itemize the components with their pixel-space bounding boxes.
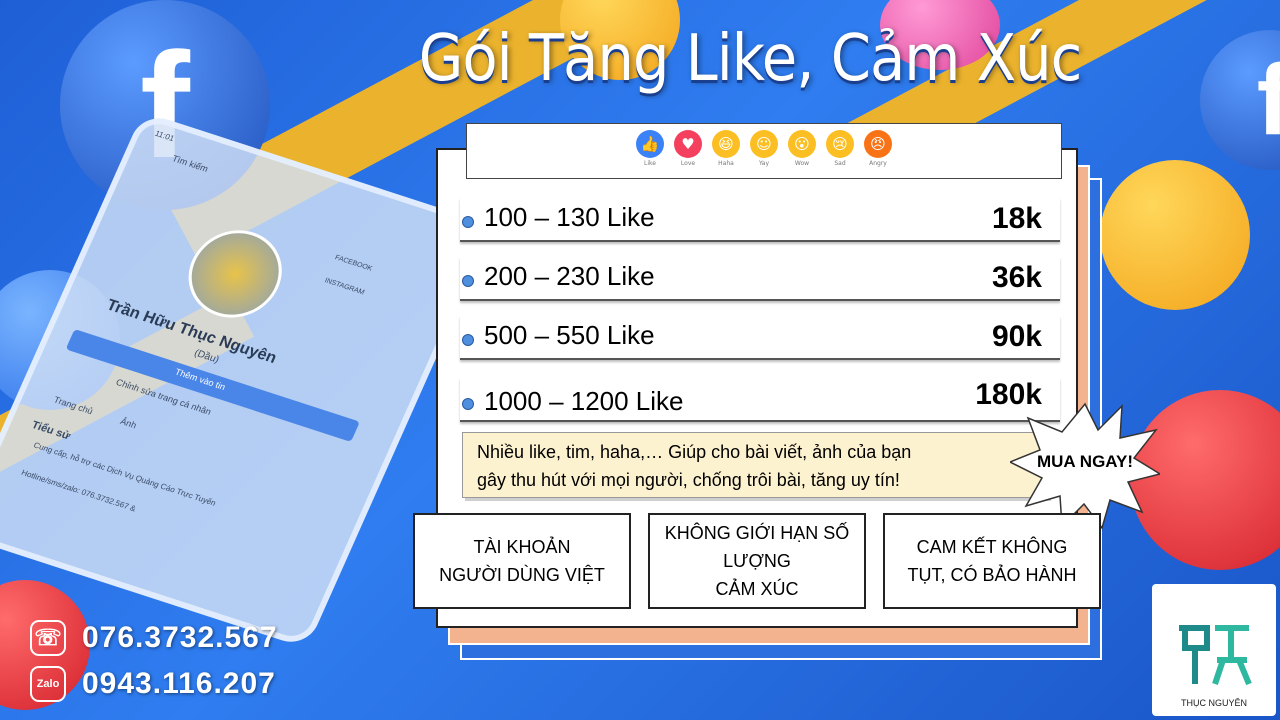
- package-row: 200 – 230 Like 36k: [460, 257, 1060, 301]
- angry-icon: 😠: [864, 130, 892, 158]
- feature-line: TỤT, CÓ BẢO HÀNH: [907, 565, 1077, 585]
- feature-box-guarantee: CAM KẾT KHÔNG TỤT, CÓ BẢO HÀNH: [883, 513, 1101, 609]
- note-line-1: Nhiều like, tim, haha,… Giúp cho bài viế…: [477, 442, 912, 462]
- package-price: 90k: [991, 320, 1042, 353]
- package-row: 1000 – 1200 Like 180k: [460, 378, 1060, 422]
- feature-box-unlimited-reactions: KHÔNG GIỚI HẠN SỐ LƯỢNG CẢM XÚC: [648, 513, 866, 609]
- bullet-icon: [462, 334, 474, 346]
- phone-icon: ☏: [30, 620, 66, 656]
- package-row: 100 – 130 Like 18k: [460, 198, 1060, 242]
- reaction-label: Angry: [869, 160, 887, 167]
- contact-zalo[interactable]: Zalo 0943.116.207: [30, 666, 276, 702]
- zalo-number: 0943.116.207: [82, 667, 276, 700]
- feature-line: CẢM XÚC: [715, 579, 799, 599]
- wow-icon: 😮: [788, 130, 816, 158]
- phone-search: Tìm kiếm: [170, 153, 210, 174]
- reaction-label: Wow: [794, 160, 810, 167]
- contact-phone[interactable]: ☏ 076.3732.567: [30, 620, 278, 656]
- bullet-icon: [462, 398, 474, 410]
- buy-now-badge[interactable]: MUA NGAY!: [1008, 400, 1162, 530]
- tab-photos: Ảnh: [118, 416, 139, 431]
- feature-box-vietnamese-accounts: TÀI KHOẢN NGƯỜI DÙNG VIỆT: [413, 513, 631, 609]
- reaction-angry: 😠 Angry: [864, 130, 893, 178]
- heart-icon: ♥: [674, 130, 702, 158]
- page-title: Gói Tăng Like, Cảm Xúc: [418, 22, 1083, 96]
- bio-hotline: Hotline/sms/zalo: 076.3732.567 &: [19, 468, 138, 514]
- reaction-like: 👍 Like: [636, 130, 665, 178]
- phone-link-instagram: INSTAGRAM: [323, 277, 366, 297]
- reaction-wow: 😮 Wow: [788, 130, 817, 178]
- package-quantity: 500 – 550 Like: [484, 320, 655, 350]
- reaction-label: Sad: [834, 160, 846, 167]
- benefit-note: Nhiều like, tim, haha,… Giúp cho bài viế…: [462, 432, 1048, 498]
- reaction-label: Like: [644, 160, 656, 167]
- reaction-label: Haha: [718, 160, 734, 167]
- reaction-label: Love: [680, 160, 696, 167]
- feature-line: NGƯỜI DÙNG VIỆT: [439, 565, 605, 585]
- package-quantity: 100 – 130 Like: [484, 202, 655, 232]
- feature-line: TÀI KHOẢN: [473, 537, 571, 557]
- package-row: 500 – 550 Like 90k: [460, 316, 1060, 360]
- reaction-label: Yay: [758, 160, 770, 167]
- package-quantity: 1000 – 1200 Like: [484, 386, 684, 416]
- feature-line: KHÔNG GIỚI HẠN SỐ LƯỢNG: [664, 523, 850, 571]
- reaction-haha: 😆 Haha: [712, 130, 741, 178]
- avatar: [173, 218, 297, 330]
- package-price: 36k: [991, 261, 1042, 294]
- bullet-icon: [462, 275, 474, 287]
- note-line-2: gây thu hút với mọi người, chống trôi bà…: [477, 470, 900, 490]
- laugh-icon: 😆: [712, 130, 740, 158]
- reaction-sad: 😢 Sad: [826, 130, 855, 178]
- feature-line: CAM KẾT KHÔNG: [916, 537, 1068, 557]
- phone-link-facebook: FACEBOOK: [333, 254, 374, 273]
- brand-logo: THỤC NGUYÊN: [1152, 584, 1276, 716]
- reaction-love: ♥ Love: [674, 130, 703, 178]
- haha-emoji-bubble-icon: [1100, 160, 1250, 310]
- zalo-icon: Zalo: [30, 666, 66, 702]
- thumbs-up-icon: 👍: [636, 130, 664, 158]
- brand-logo-caption: THỤC NGUYÊN: [1180, 698, 1247, 708]
- buy-now-label: MUA NGAY!: [1036, 452, 1134, 471]
- bio-text: Cung cấp, hỗ trợ các Dịch Vụ Quảng Cáo T…: [32, 440, 218, 508]
- sad-icon: 😢: [826, 130, 854, 158]
- brand-logo-mark-icon: [1179, 625, 1252, 686]
- bullet-icon: [462, 216, 474, 228]
- package-quantity: 200 – 230 Like: [484, 261, 655, 291]
- bio-title: Tiểu sử: [29, 419, 73, 443]
- reactions-bar: 👍 Like ♥ Love 😆 Haha ☺ Yay 😮 Wow 😢 Sad 😠…: [466, 123, 1062, 179]
- smile-icon: ☺: [750, 130, 778, 158]
- reaction-yay: ☺ Yay: [750, 130, 779, 178]
- phone-number: 076.3732.567: [82, 621, 278, 654]
- package-price: 18k: [991, 202, 1042, 235]
- phone-time: 11:01: [153, 128, 176, 144]
- tab-home: Trang chủ: [52, 394, 95, 417]
- profile-nickname: (Dầu): [192, 347, 221, 366]
